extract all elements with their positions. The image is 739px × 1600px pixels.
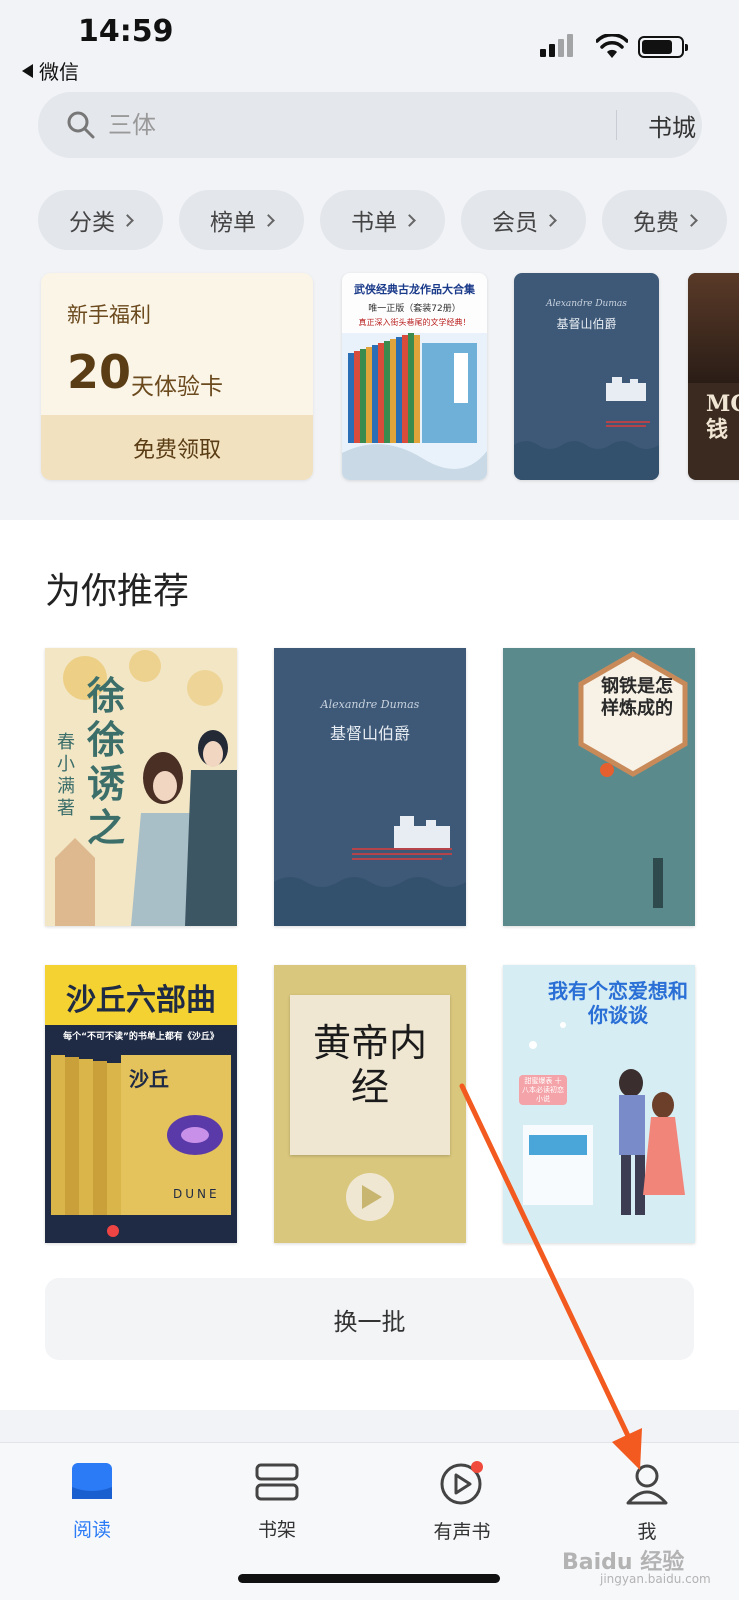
home-indicator (238, 1574, 500, 1583)
wifi-icon (596, 34, 628, 58)
book-badge: 甜蜜爆表 十八本必读初恋小说 (522, 1077, 564, 1103)
banner-book-partial[interactable]: MC 钱 (688, 273, 739, 480)
tab-me[interactable]: 我 (597, 1461, 697, 1544)
book-cover-monte-cristo[interactable]: Alexandre Dumas 基督山伯爵 (274, 648, 466, 926)
banner-book-author: Alexandre Dumas (546, 299, 627, 309)
welfare-unit: 天体验卡 (131, 374, 223, 400)
castle-illustration (514, 377, 659, 480)
bookshelf-icon (255, 1463, 299, 1501)
chip-label: 榜单 (210, 210, 256, 236)
chip-free[interactable]: 免费 (602, 190, 727, 250)
status-bar: 14:59 微信 (0, 0, 739, 90)
tab-audiobook[interactable]: 有声书 (412, 1461, 512, 1544)
book-cover-steel[interactable]: 钢铁是怎样炼成的 (503, 648, 695, 926)
banner-book-title: MC 钱 (706, 391, 739, 443)
tab-reading[interactable]: 阅读 (42, 1461, 142, 1542)
play-circle-icon (440, 1461, 483, 1505)
welfare-title: 新手福利 (67, 303, 151, 327)
chip-category[interactable]: 分类 (38, 190, 163, 250)
banner-book-subtitle: 唯一正版（套装72册） (368, 304, 461, 314)
search-input[interactable] (108, 102, 588, 148)
book-open-icon (72, 1463, 112, 1499)
watermark-url: jingyan.baidu.com (600, 1572, 711, 1586)
chevron-right-icon (262, 213, 275, 227)
chevron-right-icon (685, 213, 698, 227)
signal-icon (540, 34, 573, 57)
bookstore-button[interactable]: 书城 (648, 108, 696, 143)
notification-dot-icon (471, 1461, 483, 1473)
search-bar[interactable]: 书城 (38, 92, 702, 158)
section-title: 为你推荐 (45, 571, 190, 612)
refresh-batch-button[interactable]: 换一批 (45, 1278, 694, 1360)
newbie-welfare-card[interactable]: 新手福利 20 天体验卡 免费领取 (41, 273, 313, 480)
book-title: 徐徐诱之 (87, 673, 126, 850)
status-time: 14:59 (78, 14, 174, 49)
castle-illustration (274, 816, 466, 926)
book-cover-dune-text: DUNE (173, 1187, 220, 1201)
chip-label: 会员 (492, 210, 538, 236)
banner-book-title: 武侠经典古龙作品大合集 (354, 283, 475, 296)
book-set-illustration (342, 333, 487, 480)
chevron-right-icon (403, 213, 416, 227)
tab-bookshelf[interactable]: 书架 (227, 1461, 327, 1542)
portrait-illustration (688, 273, 739, 383)
back-to-app-link[interactable]: 微信 (22, 56, 79, 85)
tab-label: 书架 (257, 1519, 296, 1541)
book-title: 我有个恋爱想和你谈谈 (548, 979, 688, 1027)
recommend-section: 为你推荐 徐徐诱之 春小满 著 Alexandre Dumas 基督山伯爵 钢铁… (0, 520, 739, 1410)
chip-label: 书单 (351, 210, 397, 236)
book-author: 春小满 著 (57, 732, 75, 819)
battery-icon (638, 36, 688, 58)
banner-book-monte-cristo[interactable]: Alexandre Dumas 基督山伯爵 (514, 273, 659, 480)
back-triangle-icon (22, 63, 33, 78)
tab-label: 阅读 (72, 1519, 111, 1541)
claim-free-button[interactable]: 免费领取 (41, 415, 313, 480)
chip-member[interactable]: 会员 (461, 190, 586, 250)
book-set-illustration (51, 1055, 231, 1237)
banner-book-title: 基督山伯爵 (556, 317, 617, 331)
book-cover-love[interactable]: 我有个恋爱想和你谈谈 甜蜜爆表 十八本必读初恋小说 (503, 965, 695, 1243)
banner-book-tagline: 真正深入街头巷尾的文学经典！ (358, 318, 471, 327)
back-app-label: 微信 (39, 60, 79, 84)
chevron-right-icon (121, 213, 134, 227)
welfare-days: 20 (67, 345, 132, 399)
chevron-right-icon (544, 213, 557, 227)
audio-play-icon (346, 1173, 394, 1221)
book-cover-xuxuyouzhi[interactable]: 徐徐诱之 春小满 著 (45, 648, 237, 926)
category-chips: 分类 榜单 书单 会员 免费 (38, 190, 727, 250)
chip-booklist[interactable]: 书单 (320, 190, 445, 250)
search-icon (67, 111, 95, 139)
chip-ranking[interactable]: 榜单 (179, 190, 304, 250)
book-cover-text: 沙丘 (129, 1067, 169, 1091)
tab-label: 我 (637, 1521, 657, 1543)
user-icon (626, 1464, 668, 1505)
book-cover-dune[interactable]: 沙丘六部曲 每个“不可不读”的书单上都有《沙丘》 沙丘 DUNE (45, 965, 237, 1243)
tab-label: 有声书 (433, 1521, 491, 1543)
book-title: 钢铁是怎样炼成的 (601, 676, 673, 719)
chip-label: 免费 (633, 210, 679, 236)
book-cover-huangdi[interactable]: 黄帝内经 (274, 965, 466, 1243)
search-divider (616, 110, 617, 140)
chip-label: 分类 (69, 210, 115, 236)
banner-book-gulong[interactable]: 武侠经典古龙作品大合集 唯一正版（套装72册） 真正深入街头巷尾的文学经典！ (342, 273, 487, 480)
